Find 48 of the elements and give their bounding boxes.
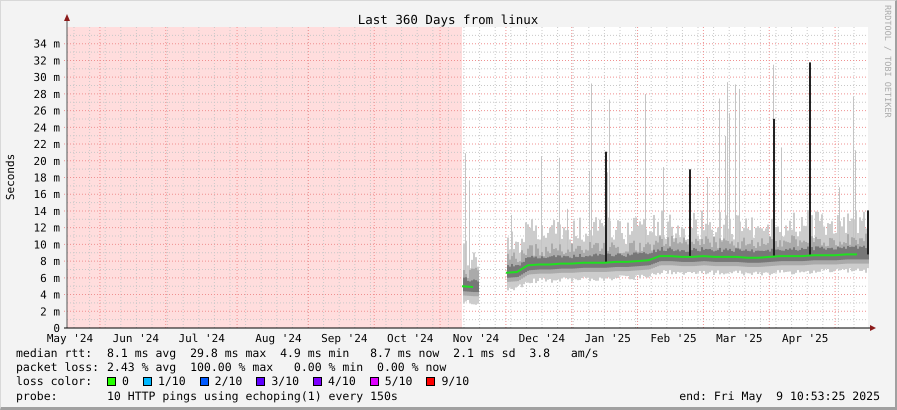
x-tick-label: Jul '24 bbox=[178, 332, 225, 345]
x-tick-label: Aug '24 bbox=[255, 332, 302, 345]
end-time: end: Fri May 9 10:53:25 2025 bbox=[679, 388, 880, 403]
swatch-label: 2/10 bbox=[214, 374, 242, 389]
x-tick-label: May '24 bbox=[46, 332, 94, 345]
y-tick-label: 34 m bbox=[34, 38, 60, 51]
swatch-label: 0 bbox=[122, 374, 129, 389]
y-tick-label: 10 m bbox=[34, 238, 60, 252]
y-tick-label: 0 bbox=[53, 322, 60, 335]
y-tick-label: 16 m bbox=[34, 188, 60, 202]
x-tick-label: Nov '24 bbox=[452, 332, 500, 345]
y-tick-label: 20 m bbox=[34, 154, 60, 168]
legend-label: probe: bbox=[16, 388, 59, 403]
y-tick-label: 24 m bbox=[34, 121, 60, 134]
credit-text: RRDTOOL / TOBI OETIKER bbox=[882, 5, 892, 118]
swatch-label: 4/10 bbox=[328, 374, 356, 389]
x-tick-label: Dec '24 bbox=[518, 332, 565, 345]
x-tick-label: Sep '24 bbox=[321, 332, 368, 345]
y-tick-label: 26 m bbox=[34, 104, 60, 118]
x-tick-label: Jun '24 bbox=[112, 332, 160, 345]
probe-text: 10 HTTP pings using echoping(1) every 150s bbox=[107, 388, 398, 403]
y-tick-label: 14 m bbox=[34, 204, 60, 218]
legend-label: median rtt: bbox=[16, 346, 94, 360]
swatch-label: 1/10 bbox=[158, 374, 186, 389]
x-tick-label: Jan '25 bbox=[584, 332, 631, 345]
y-tick-label: 12 m bbox=[34, 222, 60, 235]
swatch-label: 9/10 bbox=[441, 374, 470, 389]
y-axis-title: Seconds bbox=[4, 154, 17, 200]
y-tick-label: 18 m bbox=[34, 172, 60, 184]
y-tick-label: 22 m bbox=[34, 138, 60, 152]
x-tick-label: Feb '25 bbox=[650, 332, 697, 345]
y-tick-label: 8 m bbox=[40, 255, 60, 268]
swatch-label: 5/10 bbox=[384, 374, 412, 389]
x-tick-label: Mar '25 bbox=[716, 332, 762, 345]
x-tick-label: Apr '25 bbox=[782, 332, 828, 345]
legend-label: packet loss: bbox=[16, 360, 100, 374]
x-tick-label: Oct '24 bbox=[386, 332, 434, 345]
y-tick-label: 28 m bbox=[34, 88, 60, 101]
y-tick-label: 6 m bbox=[40, 272, 60, 285]
swatch-label: 3/10 bbox=[271, 374, 300, 389]
legend-values: 8.1 ms avg 29.8 ms max 4.9 ms min 8.7 ms now 2.1 ms sd 3.8 am/s bbox=[107, 346, 599, 360]
legend-label: loss color: bbox=[16, 374, 94, 389]
y-tick-label: 4 m bbox=[40, 288, 60, 302]
y-tick-label: 32 m bbox=[34, 54, 60, 68]
y-tick-label: 30 m bbox=[34, 71, 60, 84]
y-tick-label: 2 m bbox=[40, 305, 60, 318]
chart-title: Last 360 Days from linux bbox=[358, 12, 538, 27]
legend-values: 2.43 % avg 100.00 % max 0.00 % min 0.00 % now bbox=[107, 360, 446, 374]
